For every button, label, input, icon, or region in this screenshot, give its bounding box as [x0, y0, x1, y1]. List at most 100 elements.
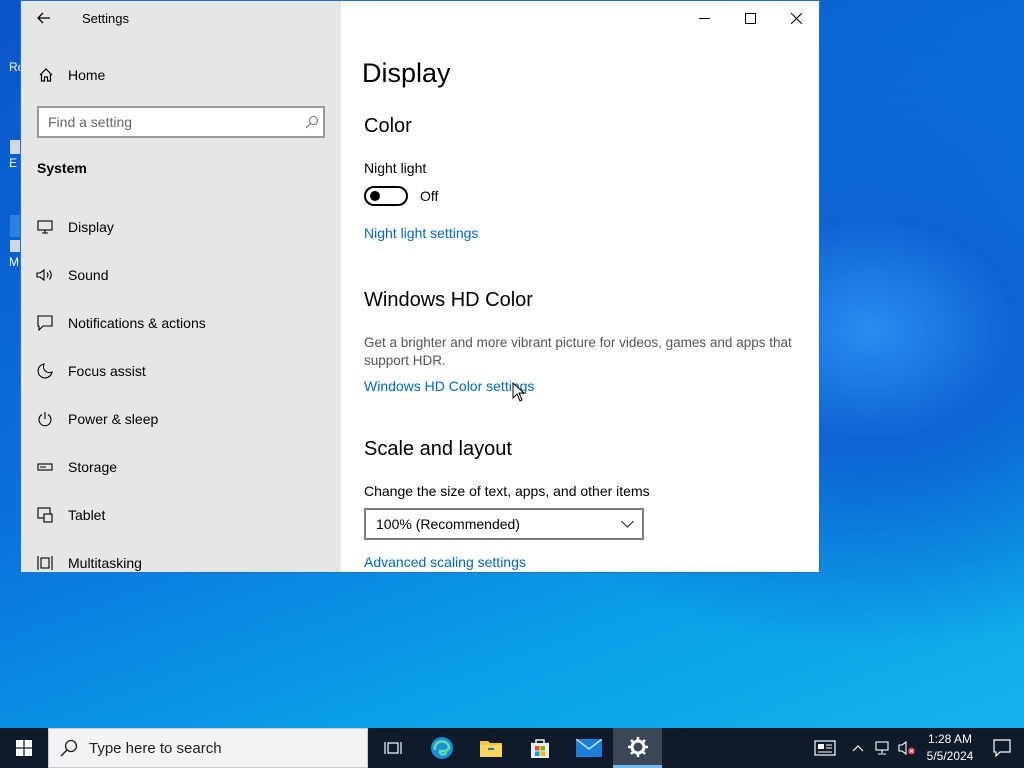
notifications-icon	[993, 739, 1011, 757]
sidebar-item-label: Notifications & actions	[68, 315, 206, 331]
news-button[interactable]	[804, 728, 846, 768]
toggle-switch[interactable]	[364, 186, 408, 206]
windows-logo-icon	[16, 740, 32, 756]
storage-icon	[36, 462, 54, 472]
night-light-label: Night light	[364, 160, 427, 176]
taskbar-search-placeholder: Type here to search	[89, 739, 222, 757]
advanced-scaling-link[interactable]: Advanced scaling settings	[364, 554, 526, 570]
sidebar-item-notifications[interactable]: Notifications & actions	[21, 299, 341, 347]
content-pane: Display Color Night light Off Night ligh…	[341, 1, 819, 572]
show-hidden-icons-button[interactable]	[846, 728, 870, 768]
edge-browser-icon	[430, 737, 453, 759]
title-bar[interactable]: Settings	[21, 1, 341, 35]
sidebar-item-label: Tablet	[68, 507, 106, 523]
close-icon	[790, 12, 802, 24]
sidebar: Settings Home System Display	[21, 1, 341, 572]
store-icon	[530, 739, 549, 758]
action-center-button[interactable]	[980, 728, 1024, 768]
clock-time: 1:28 AM	[927, 732, 973, 746]
file-explorer-button[interactable]	[466, 728, 515, 768]
page-title: Display	[362, 58, 451, 88]
task-view-button[interactable]	[368, 728, 417, 768]
desktop-icon-image	[10, 140, 20, 154]
sound-icon	[36, 268, 54, 282]
desktop-icon-label: E	[9, 156, 18, 170]
sidebar-item-sound[interactable]: Sound	[21, 251, 341, 299]
settings-taskbar-button[interactable]	[613, 728, 662, 768]
power-icon	[36, 411, 54, 427]
home-icon	[38, 67, 54, 83]
sidebar-item-multitasking[interactable]: Multitasking	[21, 539, 341, 572]
store-button[interactable]	[515, 728, 564, 768]
network-button[interactable]	[870, 728, 894, 768]
sidebar-item-label: Display	[68, 219, 114, 235]
folder-icon	[479, 741, 502, 757]
maximize-icon	[744, 12, 756, 24]
sidebar-item-label: Focus assist	[68, 363, 146, 379]
sidebar-item-label: Sound	[68, 267, 109, 283]
sidebar-item-label: Power & sleep	[68, 411, 159, 427]
hd-color-settings-link[interactable]: Windows HD Color settings	[364, 378, 534, 394]
tablet-icon	[36, 507, 54, 523]
toggle-knob	[370, 191, 380, 201]
system-tray: 1:28 AM 5/5/2024	[804, 728, 1024, 768]
desktop-icon-image	[10, 240, 20, 252]
mouse-cursor-icon	[512, 382, 525, 402]
maximize-button[interactable]	[727, 1, 773, 35]
settings-search-input[interactable]	[39, 114, 301, 130]
night-light-toggle[interactable]: Off	[364, 186, 438, 206]
hd-color-description: Get a brighter and more vibrant picture …	[364, 335, 792, 368]
section-label: System	[37, 160, 87, 176]
mail-icon	[575, 739, 602, 757]
taskbar-search-box[interactable]: Type here to search	[48, 728, 368, 768]
volume-button[interactable]	[894, 728, 920, 768]
network-icon	[875, 741, 889, 755]
sidebar-item-label: Storage	[68, 459, 118, 475]
window-controls	[681, 1, 819, 35]
taskbar: Type here to search 1:28 AM 5/5/2024	[0, 728, 1024, 768]
notifications-icon	[36, 315, 54, 331]
sidebar-item-power-sleep[interactable]: Power & sleep	[21, 395, 341, 443]
chevron-down-icon	[621, 520, 634, 528]
desktop-icon-label: M	[9, 255, 19, 269]
settings-search-box[interactable]	[37, 106, 325, 138]
clock-date: 5/5/2024	[926, 749, 974, 763]
clock[interactable]: 1:28 AM 5/5/2024	[920, 728, 980, 768]
edge-button[interactable]	[417, 728, 466, 768]
color-heading: Color	[364, 115, 412, 137]
close-button[interactable]	[773, 1, 819, 35]
sidebar-item-label: Home	[68, 67, 106, 83]
night-light-settings-link[interactable]: Night light settings	[364, 225, 478, 241]
back-arrow-icon	[37, 12, 50, 24]
search-icon[interactable]	[301, 115, 323, 129]
sidebar-item-label: Multitasking	[68, 555, 142, 571]
desktop-icon-partial[interactable]: M	[0, 215, 20, 270]
toggle-state-label: Off	[420, 188, 439, 204]
start-button[interactable]	[0, 728, 48, 768]
sidebar-nav: Display Sound Notifications & actions Fo…	[21, 203, 341, 572]
chevron-up-icon	[852, 745, 864, 752]
scale-dropdown[interactable]: 100% (Recommended)	[364, 508, 644, 540]
sidebar-item-home[interactable]: Home	[21, 59, 341, 91]
scale-label: Change the size of text, apps, and other…	[364, 483, 650, 499]
scale-layout-heading: Scale and layout	[364, 438, 512, 460]
back-button[interactable]	[31, 5, 57, 31]
sidebar-item-focus-assist[interactable]: Focus assist	[21, 347, 341, 395]
moon-icon	[36, 363, 54, 379]
sidebar-item-display[interactable]: Display	[21, 203, 341, 251]
hd-color-heading: Windows HD Color	[364, 289, 533, 311]
news-icon	[814, 740, 836, 756]
gear-icon	[627, 736, 648, 757]
window-title: Settings	[82, 11, 129, 26]
multitasking-icon	[36, 555, 54, 571]
search-icon	[49, 739, 89, 757]
mail-button[interactable]	[564, 728, 613, 768]
display-icon	[36, 220, 54, 234]
sidebar-item-storage[interactable]: Storage	[21, 443, 341, 491]
task-view-icon	[383, 742, 402, 754]
minimize-button[interactable]	[681, 1, 727, 35]
desktop-icon-partial[interactable]: Re	[0, 55, 24, 85]
sidebar-item-tablet[interactable]: Tablet	[21, 491, 341, 539]
minimize-icon	[698, 17, 710, 19]
desktop-icon-partial[interactable]: E	[0, 140, 20, 170]
